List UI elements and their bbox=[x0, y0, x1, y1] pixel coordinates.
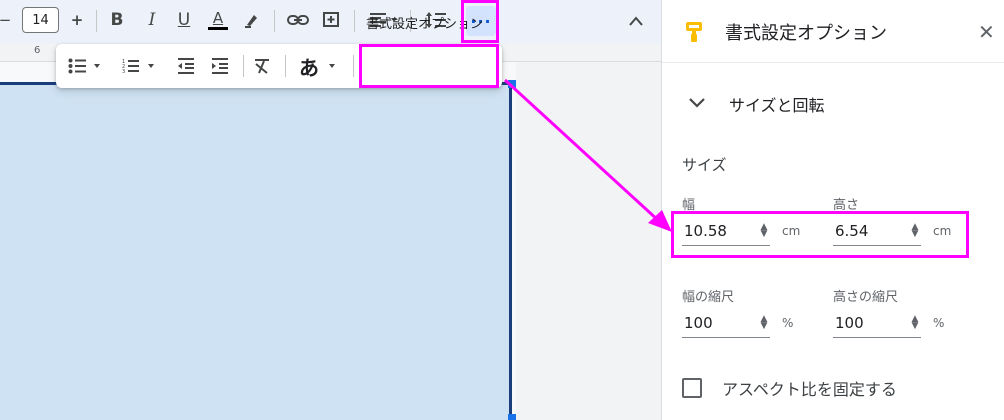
collapse-toolbar-button[interactable] bbox=[628, 12, 644, 31]
increase-indent-icon bbox=[212, 58, 228, 74]
comment-icon bbox=[323, 12, 339, 27]
width-scale-input[interactable]: 100 ▲ ▼ bbox=[682, 308, 770, 338]
panel-header: 書式設定オプション ✕ bbox=[662, 0, 1004, 62]
format-options-panel: 書式設定オプション ✕ サイズと回転 サイズ 幅 10.58 ▲ ▼ cm 高さ … bbox=[661, 0, 1004, 420]
resize-handle-bottom-right[interactable] bbox=[508, 414, 516, 420]
size-rotation-section-toggle[interactable]: サイズと回転 bbox=[662, 80, 1004, 124]
width-scale-unit: % bbox=[782, 316, 794, 330]
text-style-glyph: あ bbox=[299, 55, 319, 80]
formatting-toolbar: − 14 + B I U A ··· bbox=[0, 0, 661, 44]
chevron-down-icon bbox=[329, 64, 335, 68]
bullet-list-icon bbox=[68, 58, 100, 74]
width-scale-value: 100 bbox=[684, 313, 713, 332]
width-scale-field-group: 100 ▲ ▼ % bbox=[682, 308, 793, 338]
italic-glyph: I bbox=[148, 10, 156, 30]
font-size-input[interactable]: 14 bbox=[22, 7, 59, 33]
font-size-decrease-button[interactable]: − bbox=[0, 6, 12, 34]
clear-format-icon bbox=[255, 59, 269, 74]
font-size-increase-button[interactable]: + bbox=[66, 6, 88, 34]
text-style-dropdown[interactable]: あ bbox=[299, 52, 343, 80]
increase-indent-button[interactable] bbox=[211, 52, 233, 80]
toolbar-divider bbox=[354, 10, 355, 32]
size-fields-highlight bbox=[671, 211, 969, 258]
lock-aspect-ratio-label: アスペクト比を固定する bbox=[722, 380, 897, 399]
selected-image[interactable] bbox=[0, 82, 512, 420]
underline-button[interactable]: U bbox=[172, 6, 196, 34]
plus-glyph: + bbox=[70, 11, 84, 29]
height-scale-value: 100 bbox=[835, 313, 864, 332]
underline-glyph: U bbox=[177, 10, 191, 30]
bold-button[interactable]: B bbox=[104, 6, 130, 34]
decrease-indent-button[interactable] bbox=[177, 52, 199, 80]
clear-formatting-button[interactable] bbox=[253, 52, 275, 80]
format-options-highlight bbox=[359, 44, 499, 88]
page-margin bbox=[516, 62, 661, 420]
lock-aspect-ratio-checkbox[interactable] bbox=[682, 378, 702, 398]
insert-link-button[interactable] bbox=[284, 6, 312, 34]
lock-aspect-ratio-row[interactable]: アスペクト比を固定する bbox=[682, 376, 897, 400]
height-scale-stepper-icon[interactable]: ▲ ▼ bbox=[909, 315, 921, 331]
panel-title: 書式設定オプション bbox=[725, 23, 887, 44]
width-scale-label: 幅の縮尺 bbox=[682, 290, 735, 305]
panel-divider bbox=[662, 62, 1004, 63]
decrease-indent-icon bbox=[178, 58, 194, 74]
bold-glyph: B bbox=[110, 10, 124, 30]
height-scale-field-group: 100 ▲ ▼ % bbox=[833, 308, 944, 338]
text-color-swatch bbox=[208, 27, 228, 30]
toolbar-divider bbox=[96, 10, 97, 32]
text-color-button[interactable]: A bbox=[204, 6, 232, 34]
toolbar-divider bbox=[274, 10, 275, 32]
height-scale-unit: % bbox=[933, 316, 945, 330]
width-scale-stepper-icon[interactable]: ▲ ▼ bbox=[758, 315, 770, 331]
chevron-up-icon bbox=[629, 16, 643, 26]
resize-handle-top-right[interactable] bbox=[508, 80, 516, 88]
ruler-tick-label: 6 bbox=[34, 45, 41, 56]
chevron-down-icon bbox=[688, 94, 706, 113]
numbered-list-dropdown[interactable]: 123 bbox=[122, 52, 158, 80]
italic-button[interactable]: I bbox=[140, 6, 164, 34]
highlight-color-button[interactable] bbox=[240, 6, 264, 34]
size-heading: サイズ bbox=[682, 156, 727, 174]
highlighter-icon bbox=[245, 15, 257, 28]
section-title: サイズと回転 bbox=[729, 96, 825, 115]
toolbar-divider bbox=[353, 55, 354, 77]
link-icon bbox=[287, 15, 309, 25]
paint-format-icon bbox=[684, 21, 704, 47]
bullet-list-dropdown[interactable] bbox=[68, 52, 104, 80]
more-button-highlight bbox=[461, 0, 499, 43]
text-color-glyph: A bbox=[212, 9, 224, 27]
svg-text:3: 3 bbox=[122, 69, 125, 74]
height-scale-label: 高さの縮尺 bbox=[833, 290, 899, 305]
close-icon[interactable]: ✕ bbox=[978, 22, 995, 42]
height-scale-input[interactable]: 100 ▲ ▼ bbox=[833, 308, 921, 338]
insert-comment-button[interactable] bbox=[318, 6, 344, 34]
toolbar-divider bbox=[285, 55, 286, 77]
toolbar-divider bbox=[243, 55, 244, 77]
numbered-list-icon: 123 bbox=[122, 59, 154, 74]
minus-glyph: − bbox=[0, 11, 12, 29]
